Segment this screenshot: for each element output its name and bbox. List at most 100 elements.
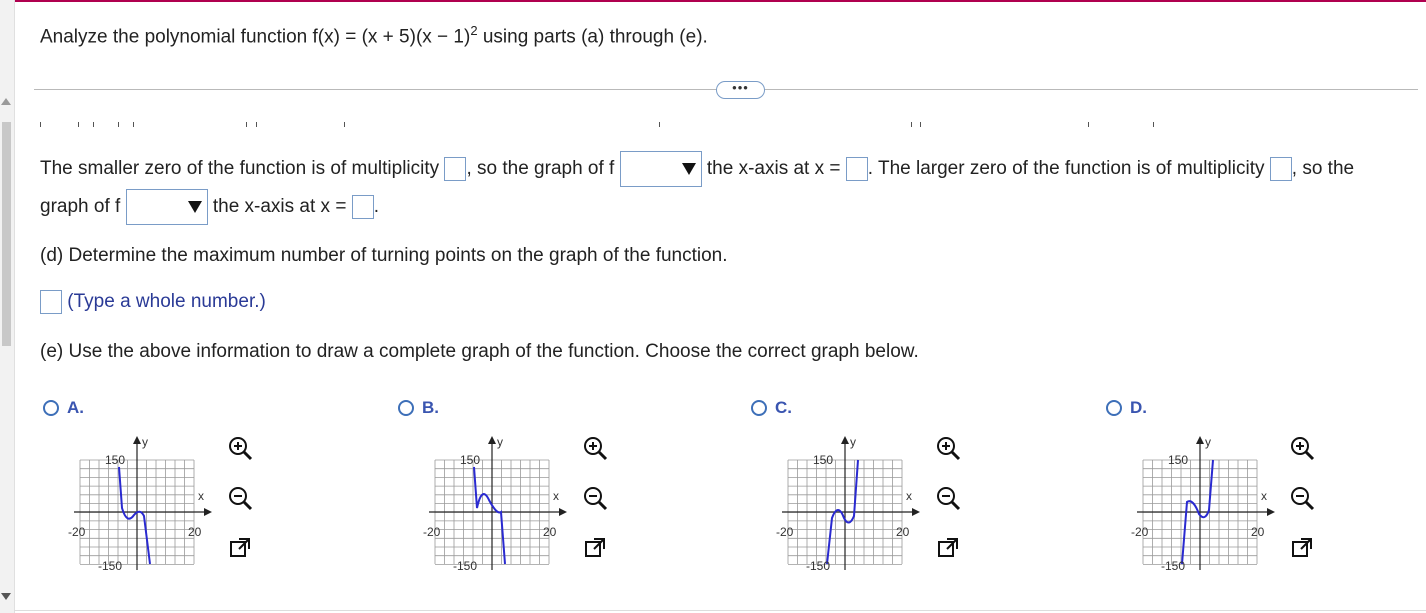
y-axis-label: y [850,435,856,449]
scroll-up-arrow-icon[interactable] [1,98,11,105]
option-a-label: A. [67,398,84,417]
option-c-label: C. [775,398,792,417]
x-min-tick-label: -20 [776,525,794,539]
zoom-out-icon[interactable] [934,484,962,512]
smaller-zero-multiplicity-input[interactable] [444,157,467,181]
zoom-in-icon-graphic [937,437,961,461]
x-axis-arrow-icon [559,508,567,516]
zoom-in-icon[interactable] [226,434,254,462]
y-max-tick-label: 150 [460,453,480,467]
option-c-radio[interactable] [751,400,767,416]
open-external-icon[interactable] [1288,534,1316,562]
y-min-tick-label: -150 [806,559,830,573]
y-min-tick-label: -150 [98,559,122,573]
question-text: Analyze the polynomial function f(x) = (… [40,23,708,48]
smaller-zero-x-input[interactable] [845,157,868,181]
function-curve [118,466,151,565]
larger-zero-x-input[interactable] [351,195,374,219]
part-d-prompt: (d) Determine the maximum number of turn… [40,245,728,266]
scroll-down-arrow-icon[interactable] [1,593,11,600]
y-axis-label: y [142,435,148,449]
zoom-out-icon[interactable] [581,484,609,512]
x-axis-label: x [553,489,559,503]
open-external-icon-graphic [938,538,958,557]
function-curve [1181,459,1214,565]
open-external-icon[interactable] [934,534,962,562]
y-min-tick-label: -150 [453,559,477,573]
open-external-icon[interactable] [226,534,254,562]
part-e-prompt: (e) Use the above information to draw a … [40,341,919,362]
zoom-out-icon[interactable] [226,484,254,512]
x-axis-arrow-icon [204,508,212,516]
x-max-tick-label: 20 [896,525,910,539]
zoom-out-icon-graphic [1291,487,1315,511]
zoom-in-icon-graphic [229,437,253,461]
y-max-tick-label: 150 [105,453,125,467]
zoom-in-icon[interactable] [934,434,962,462]
y-axis-label: y [497,435,503,449]
multiplicity-line-1: The smaller zero of the function is of m… [40,151,1354,187]
y-min-tick-label: -150 [1161,559,1185,573]
more-button[interactable]: ••• [716,81,765,99]
multiplicity-text-2: , so the graph of f [466,158,615,180]
dropdown-arrow-icon [681,163,696,175]
dropdown-arrow-icon [187,201,202,213]
larger-zero-multiplicity-input[interactable] [1269,157,1292,181]
y-axis-arrow-icon [488,436,496,444]
x-axis-label: x [906,489,912,503]
multiplicity-text-8: . [373,196,379,218]
zoom-out-icon-graphic [229,487,253,511]
y-axis-arrow-icon [1196,436,1204,444]
x-axis-label: x [1261,489,1267,503]
zoom-out-icon-graphic [937,487,961,511]
question-exponent: 2 [470,23,478,38]
open-external-icon-graphic [230,538,250,557]
multiplicity-text-1: The smaller zero of the function is of m… [40,158,440,180]
multiplicity-line-2: graph of f the x-axis at x = . [40,189,379,225]
x-max-tick-label: 20 [1251,525,1265,539]
multiplicity-text-4: . The larger zero of the function is of … [867,158,1265,180]
option-a-radio[interactable] [43,400,59,416]
smaller-zero-behavior-dropdown[interactable] [619,151,702,187]
scroll-thumb[interactable] [2,122,11,346]
y-axis-arrow-icon [133,436,141,444]
option-c[interactable]: C. [751,398,792,418]
scrollbar[interactable] [0,0,15,613]
x-max-tick-label: 20 [543,525,557,539]
part-d-hint: (Type a whole number.) [67,291,266,313]
zoom-out-icon-graphic [584,487,608,511]
multiplicity-text-6: graph of f [40,196,121,218]
option-b[interactable]: B. [398,398,439,418]
clipped-text-line [38,116,1198,130]
y-axis-arrow-icon [841,436,849,444]
question-prefix: Analyze the polynomial function f(x) = (… [40,26,471,48]
zoom-in-icon-graphic [1291,437,1315,461]
option-b-radio[interactable] [398,400,414,416]
x-axis-label: x [198,489,204,503]
option-d-label: D. [1130,398,1147,417]
multiplicity-text-7: the x-axis at x = [212,196,347,218]
part-d-answer-row: (Type a whole number.) [40,290,266,314]
option-d-radio[interactable] [1106,400,1122,416]
question-suffix: using parts (a) through (e). [477,26,708,48]
y-axis-label: y [1205,435,1211,449]
zoom-in-icon[interactable] [581,434,609,462]
turning-points-input[interactable] [40,290,62,314]
x-min-tick-label: -20 [68,525,86,539]
zoom-in-icon[interactable] [1288,434,1316,462]
option-a[interactable]: A. [43,398,84,418]
open-external-icon[interactable] [581,534,609,562]
x-min-tick-label: -20 [1131,525,1149,539]
x-axis-arrow-icon [912,508,920,516]
bottom-divider [14,610,1426,611]
zoom-out-icon[interactable] [1288,484,1316,512]
open-external-icon-graphic [585,538,605,557]
top-accent-bar [0,0,1426,2]
open-external-icon-graphic [1292,538,1312,557]
option-b-label: B. [422,398,439,417]
x-max-tick-label: 20 [188,525,202,539]
x-axis-arrow-icon [1267,508,1275,516]
y-max-tick-label: 150 [813,453,833,467]
option-d[interactable]: D. [1106,398,1147,418]
larger-zero-behavior-dropdown[interactable] [125,189,208,225]
